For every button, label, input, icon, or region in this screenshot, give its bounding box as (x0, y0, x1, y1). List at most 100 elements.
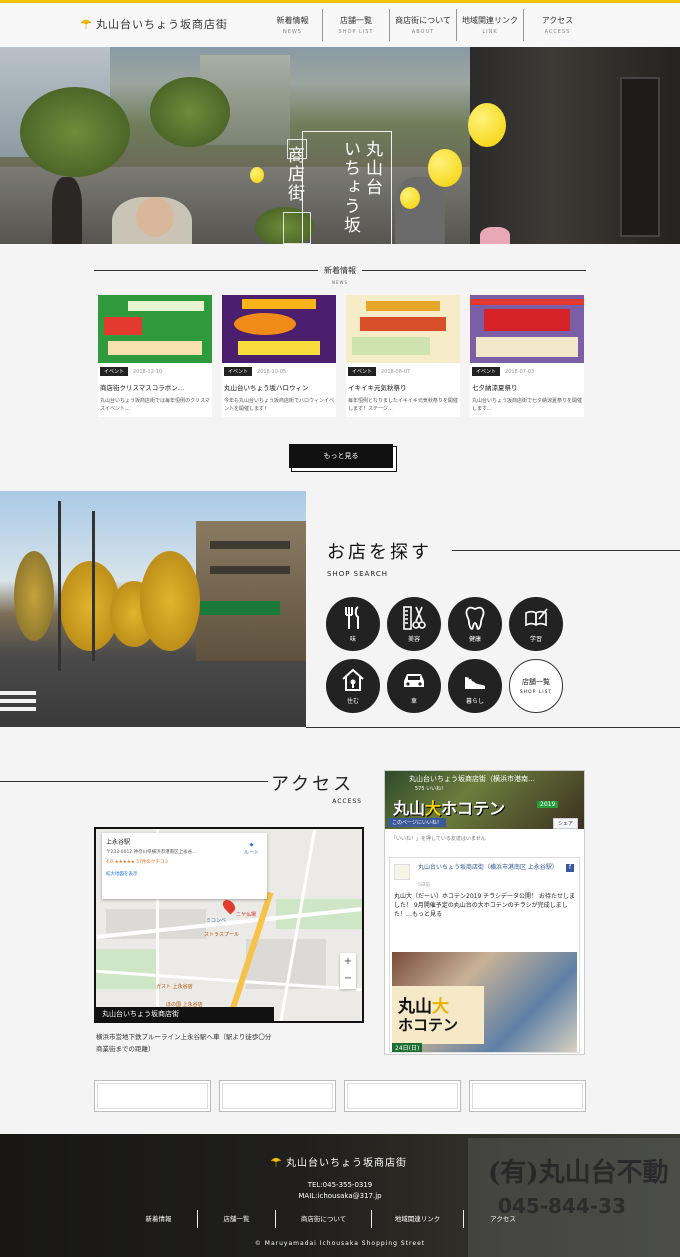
category-beauty-button[interactable]: 美容 (387, 597, 441, 651)
zoom-out-button[interactable]: − (340, 970, 356, 987)
hero-balloon (468, 103, 506, 147)
facebook-like-button[interactable]: このページにいいね！ (388, 818, 446, 827)
map-label: ガスト 上永谷店 (156, 984, 193, 990)
directions-label: ルート (243, 850, 259, 856)
nav-label: 商店街について (395, 16, 451, 25)
cover-headline: 丸山大ホコテン (393, 795, 505, 819)
cover-headline-part: 丸山 (393, 799, 426, 818)
post-author[interactable]: 丸山台いちょう坂商店街（横浜市港南区 上永谷駅） (418, 864, 564, 872)
footer-tel: TEL:045-355-0319 (307, 1181, 373, 1189)
footer-nav-shop-list[interactable]: 店舗一覧 (198, 1210, 276, 1228)
category-badge: イベント (348, 367, 377, 376)
category-badge: イベント (100, 367, 129, 376)
map-place-name: 上永谷駅 (106, 839, 131, 846)
site-header: 丸山台いちょう坂商店街 新着情報 NEWS 店舗一覧 SHOP LIST 商店街につ… (0, 3, 680, 47)
post-image-date: 24日(日) (392, 1043, 423, 1052)
directions-icon: ◆ (249, 842, 254, 848)
category-label: 味 (349, 636, 356, 643)
divider (306, 727, 680, 728)
nav-item-about[interactable]: 商店街について ABOUT (390, 9, 457, 41)
news-thumbnail (222, 295, 336, 363)
nav-sublabel: SHOP LIST (338, 29, 374, 35)
map-label: ストラスプール (204, 932, 239, 938)
category-label: 学習 (529, 636, 542, 643)
post-image[interactable]: 丸山大 ホコテン 24日(日) (392, 952, 577, 1052)
more-news-button[interactable]: もっと見る (289, 444, 393, 468)
map-place-address: 〒233-0012 神奈川県横浜市港南区上永谷… (106, 850, 197, 855)
facebook-post[interactable]: 丸山台いちょう坂商店街（横浜市港南区 上永谷駅） 5日前 f 丸山大（だーい）ホ… (389, 857, 580, 1053)
category-label: 暮らし (465, 698, 484, 705)
car-icon (404, 674, 424, 687)
scissors-comb-icon (403, 606, 426, 630)
footer-nav-about[interactable]: 商店街について (276, 1210, 372, 1228)
google-map[interactable]: 上永谷駅 〒233-0012 神奈川県横浜市港南区上永谷… 4.0 ★★★★★ … (94, 827, 364, 1023)
ginkgo-leaf-icon (270, 1157, 282, 1167)
category-daily-life-button[interactable]: 暮らし (448, 659, 502, 713)
news-card[interactable]: イベント 2018-08-07 イキイキ元気秋祭り 毎年恒例となりましたイキイキ元… (346, 295, 460, 417)
map-zoom-control[interactable]: + − (340, 953, 356, 989)
divider (0, 781, 268, 782)
banner-link[interactable] (94, 1080, 211, 1112)
news-title: 新着情報 (324, 266, 356, 275)
shop-search-heading: お店を探す SHOP SEARCH (327, 538, 680, 578)
news-card[interactable]: イベント 2018-07-03 七夕納涼夏祭り 丸山台いちょう坂商店街で七夕納涼夏… (470, 295, 584, 417)
footer-mail[interactable]: MAIL:ichousaka@317.jp (0, 1191, 680, 1202)
facebook-friends-text: 「いいね！」を押している友達はいません (391, 836, 486, 842)
banner-link[interactable] (344, 1080, 461, 1112)
nav-sublabel: NEWS (282, 29, 303, 35)
footer-nav-link[interactable]: 地域関連リンク (372, 1210, 464, 1228)
map-info-card: 上永谷駅 〒233-0012 神奈川県横浜市港南区上永谷… 4.0 ★★★★★ … (102, 833, 267, 899)
site-footer: (有)丸山台不動 045-844-33 丸山台いちょう坂商店街 TEL:045-… (0, 1134, 680, 1257)
nav-label: 地域関連リンク (462, 16, 518, 25)
category-food-button[interactable]: 味 (326, 597, 380, 651)
news-thumbnail (470, 295, 584, 363)
hero-person (136, 197, 174, 237)
nav-sublabel: LINK (482, 29, 498, 35)
news-thumbnail (346, 295, 460, 363)
shop-search-subtitle: SHOP SEARCH (327, 570, 388, 578)
map-label: ニヤ仏場 (236, 912, 257, 918)
nav-label: 新着情報 (276, 16, 309, 25)
banner-link[interactable] (469, 1080, 586, 1112)
shop-list-sublabel: SHOP LIST (519, 690, 553, 695)
facebook-page-name[interactable]: 丸山台いちょう坂商店街（横浜市港南… (409, 774, 535, 784)
book-pen-icon (525, 608, 548, 627)
cover-year: 2019 (537, 801, 559, 808)
hero-person (395, 177, 445, 244)
site-logo[interactable]: 丸山台いちょう坂商店街 (80, 16, 228, 32)
footer-nav-access[interactable]: アクセス (464, 1210, 542, 1228)
access-subtitle: ACCESS (332, 798, 362, 805)
footer-nav-news[interactable]: 新着情報 (120, 1210, 198, 1228)
shoe-icon (465, 676, 485, 689)
nav-item-news[interactable]: 新着情報 NEWS (263, 9, 323, 41)
news-card[interactable]: イベント 2018-10-05 丸山台いちょう坂ハロウィン 今年も丸山台いちょう坂… (222, 295, 336, 417)
nav-item-access[interactable]: アクセス ACCESS (524, 9, 591, 41)
hero-title-line: 丸山台 (362, 140, 382, 197)
category-living-button[interactable]: 住む (326, 659, 380, 713)
access-address: 横浜市営地下鉄ブルーライン上永谷駅へ車（駅より徒歩〇分商業街までの距離） (96, 1033, 272, 1053)
banner-link[interactable] (219, 1080, 336, 1112)
news-excerpt: 丸山台いちょう坂商店街で七夕納涼夏祭りを開催します… (472, 398, 582, 412)
shop-list-button[interactable]: 店舗一覧 SHOP LIST (509, 659, 563, 713)
nav-label: 店舗一覧 (340, 16, 372, 25)
hero-tree (20, 87, 130, 177)
hero-shop-sign (620, 77, 660, 237)
news-heading: 新着情報 NEWS (0, 258, 680, 288)
nav-item-shop-list[interactable]: 店舗一覧 SHOP LIST (323, 9, 390, 41)
news-card[interactable]: イベント 2018-12-10 商店街クリスマスコラボン… 丸山台いちょう坂商店街… (98, 295, 212, 417)
facebook-share-button[interactable]: シェア (552, 818, 578, 829)
zoom-in-button[interactable]: + (340, 953, 356, 970)
news-title-text: 商店街クリスマスコラボン… (100, 384, 185, 392)
category-study-button[interactable]: 学習 (509, 597, 563, 651)
map-directions-button[interactable]: ◆ ルート (244, 841, 259, 857)
news-date: 2018-07-03 (505, 368, 535, 375)
nav-item-link[interactable]: 地域関連リンク LINK (457, 9, 524, 41)
category-car-button[interactable]: 車 (387, 659, 441, 713)
map-pin-icon[interactable] (220, 897, 238, 915)
category-health-button[interactable]: 健康 (448, 597, 502, 651)
footer-logo[interactable]: 丸山台いちょう坂商店街 (270, 1154, 407, 1169)
access-title: アクセス (271, 774, 355, 795)
news-title-text: 七夕納涼夏祭り (472, 384, 518, 392)
footer-nav: 新着情報 店舗一覧 商店街について 地域関連リンク アクセス (120, 1210, 542, 1228)
map-larger-link[interactable]: 拡大地図を表示 (106, 871, 263, 877)
